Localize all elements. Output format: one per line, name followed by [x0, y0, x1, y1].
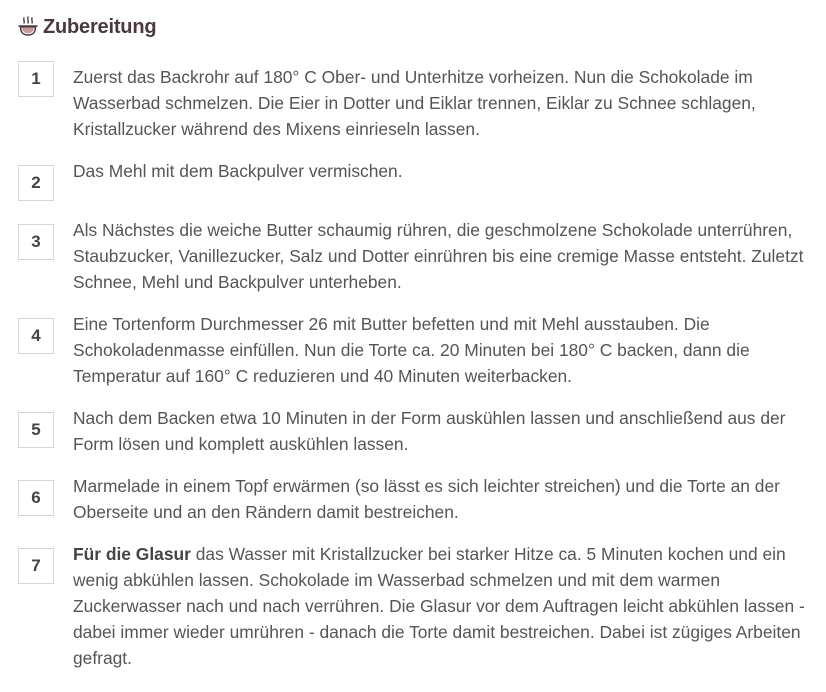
step-number: 2	[18, 165, 54, 201]
step-number: 3	[18, 224, 54, 260]
step-text: Als Nächstes die weiche Butter schaumig …	[73, 220, 804, 292]
steps-list: 1 Zuerst das Backrohr auf 180° C Ober- u…	[18, 57, 808, 671]
step-item: 5 Nach dem Backen etwa 10 Minuten in der…	[18, 408, 808, 457]
step-item: 1 Zuerst das Backrohr auf 180° C Ober- u…	[18, 61, 808, 142]
section-title: Zubereitung	[43, 15, 157, 38]
step-number: 1	[18, 61, 54, 97]
step-item: 7 Für die Glasur das Wasser mit Kristall…	[18, 544, 808, 671]
step-text: Für die Glasur das Wasser mit Kristallzu…	[73, 541, 808, 671]
step-number: 4	[18, 318, 54, 354]
step-text: Marmelade in einem Topf erwärmen (so läs…	[73, 476, 780, 522]
step-number: 6	[18, 480, 54, 516]
step-bold-lead: Für die Glasur	[73, 544, 191, 564]
step-number: 5	[18, 412, 54, 448]
step-text: Zuerst das Backrohr auf 180° C Ober- und…	[73, 67, 756, 139]
step-text: Nach dem Backen etwa 10 Minuten in der F…	[73, 408, 786, 454]
section-header: Zubereitung	[17, 14, 157, 40]
step-text: Eine Tortenform Durchmesser 26 mit Butte…	[73, 314, 750, 386]
step-item: 6 Marmelade in einem Topf erwärmen (so l…	[18, 476, 808, 525]
step-text: Das Mehl mit dem Backpulver vermischen.	[73, 161, 403, 181]
step-item: 3 Als Nächstes die weiche Butter schaumi…	[18, 220, 808, 295]
cooking-pot-icon	[17, 16, 39, 38]
step-item: 2 Das Mehl mit dem Backpulver vermischen…	[18, 161, 808, 201]
step-number: 7	[18, 548, 54, 584]
step-item: 4 Eine Tortenform Durchmesser 26 mit But…	[18, 314, 808, 389]
